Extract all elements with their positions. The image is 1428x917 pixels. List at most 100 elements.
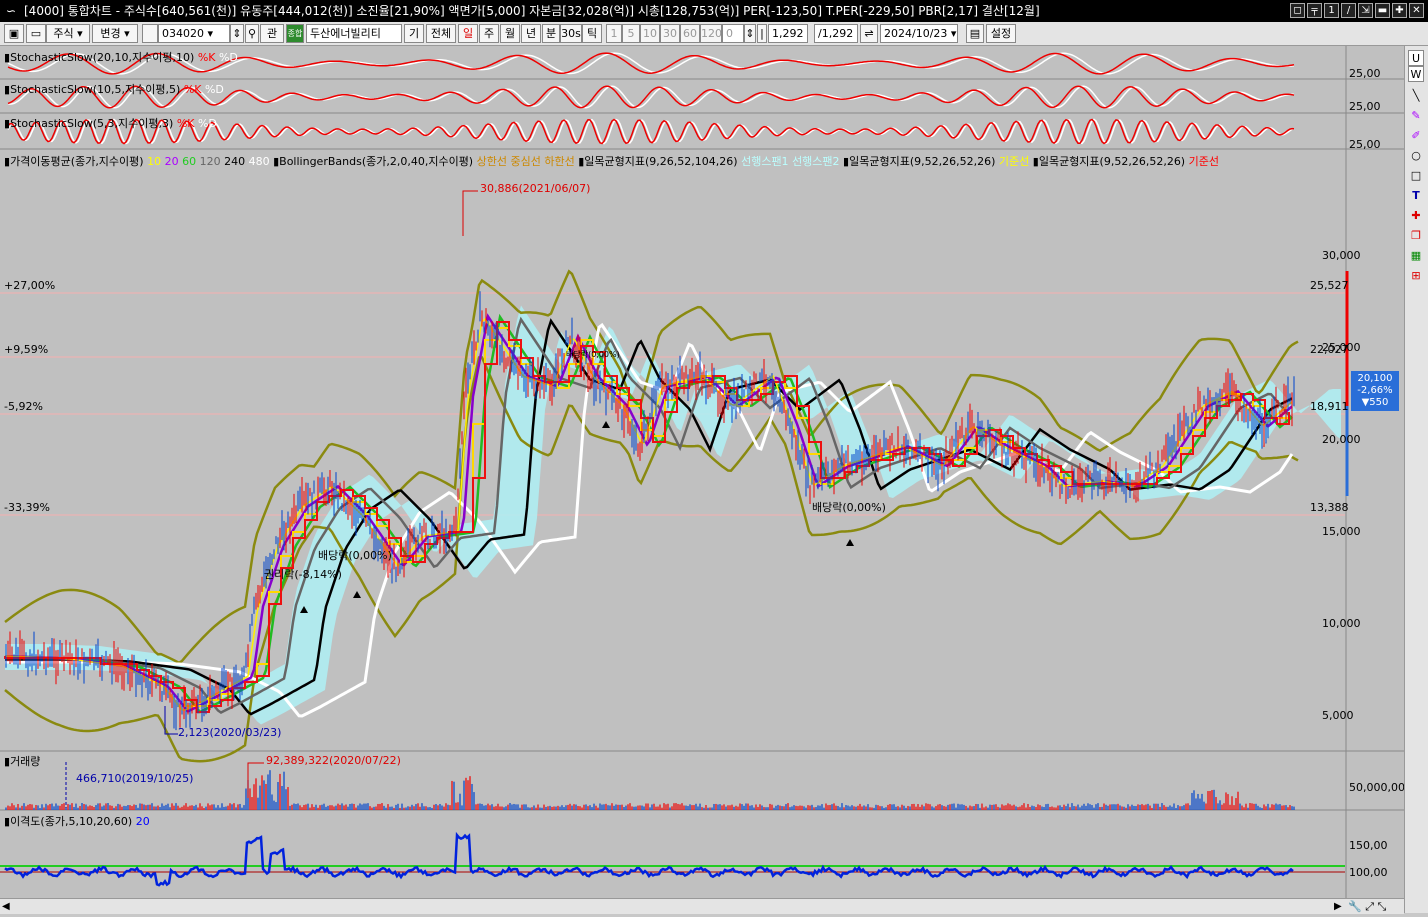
export-icon[interactable]: ⇲ [1358, 3, 1373, 18]
minute-30-button[interactable]: 30 [660, 24, 680, 43]
stepper-icon[interactable]: ⇕ [230, 24, 244, 43]
pct-line-label-3: -5,92% [4, 400, 43, 413]
count-input[interactable]: 1,292 [768, 24, 808, 43]
period-week-button[interactable]: 주 [479, 24, 499, 43]
rights-annotation: 권리락(-8,14%) [264, 568, 342, 581]
period-30s-button[interactable]: 30s [560, 24, 582, 43]
marker-tool-icon[interactable]: ✐ [1408, 128, 1424, 144]
range-divider: | [757, 24, 767, 43]
cross-tool-icon[interactable]: ✚ [1408, 208, 1424, 224]
minute-10-button[interactable]: 10 [640, 24, 660, 43]
rect-tool-icon[interactable]: □ [1408, 168, 1424, 184]
total-count-field: /1,292 [814, 24, 858, 43]
period-month-button[interactable]: 월 [500, 24, 520, 43]
gi-button[interactable]: 기 [404, 24, 424, 43]
stoch1-level: 25,00 [1349, 67, 1381, 80]
stoch3-legend: ▮StochasticSlow(5,3,지수이평,3) %K %D [4, 117, 217, 130]
high-annotation: 30,886(2021/06/07) [480, 182, 591, 195]
volume-min-annotation: 466,710(2019/10/25) [76, 772, 194, 785]
price-tick-15000: 15,000 [1322, 525, 1361, 538]
line-tool-icon[interactable]: ╲ [1408, 88, 1424, 104]
pin-icon[interactable]: ╤ [1307, 3, 1322, 18]
volume-axis-tick: 50,000,000 [1349, 781, 1412, 794]
all-button[interactable]: 전체 [426, 24, 456, 43]
zoom-controls[interactable]: 🔧 ⤢ ⤡ [1348, 899, 1404, 914]
stoch2-level: 25,00 [1349, 100, 1381, 113]
volume-legend: ▮거래량 [4, 755, 41, 768]
dividend-annotation-2: 배당락(0,00%) [812, 501, 886, 514]
horizontal-scrollbar[interactable]: ◀ ▶ 🔧 ⤢ ⤡ [0, 898, 1404, 914]
stoch2-legend: ▮StochasticSlow(10,5,지수이평,5) %K %D [4, 83, 224, 96]
settings-button[interactable]: 설정 [986, 24, 1016, 43]
pen-tool-icon[interactable]: ✎ [1408, 108, 1424, 124]
scroll-right-icon[interactable]: ▶ [1334, 900, 1346, 913]
measure-tool-icon[interactable]: ⊞ [1408, 268, 1424, 284]
spin-input[interactable]: 0 [722, 24, 744, 43]
window-controls: ◻ ╤ 1 / ⇲ ▬ ✚ ✕ [1290, 3, 1424, 18]
disparity-axis-hi: 150,00 [1349, 839, 1388, 852]
minute-1-button[interactable]: 1 [606, 24, 622, 43]
pct-value-3: 18,911 [1310, 400, 1349, 413]
close-icon[interactable]: ✕ [1409, 3, 1424, 18]
price-tick-5000: 5,000 [1322, 709, 1354, 722]
save-icon[interactable]: ▤ [966, 24, 984, 43]
tool-u-button[interactable]: U [1408, 50, 1424, 66]
swap-icon[interactable]: ⇌ [860, 24, 878, 43]
period-minute-button[interactable]: 분 [542, 24, 560, 43]
change-select[interactable]: 변경 ▾ [92, 24, 138, 43]
pct-line-label-1: +27,00% [4, 279, 56, 292]
stoch3-level: 25,00 [1349, 138, 1381, 151]
link-1-button[interactable]: 1 [1324, 3, 1339, 18]
disparity-axis-lo: 100,00 [1349, 866, 1388, 879]
window-title: [4000] 통합차트 - 주식수[640,561(천)] 유동주[444,01… [24, 4, 1040, 18]
restore-icon[interactable]: ◻ [1290, 3, 1305, 18]
dividend-annotation-1: 배당락(0,00%) [318, 549, 392, 562]
search-icon[interactable]: ⚲ [245, 24, 259, 43]
drawing-toolbar: U W ╲ ✎ ✐ ○ □ T ✚ ❐ ▦ ⊞ [1404, 46, 1428, 913]
screen-icon[interactable]: ▭ [26, 24, 46, 43]
minute-60-button[interactable]: 60 [680, 24, 700, 43]
volume-max-annotation: 92,389,322(2020/07/22) [266, 754, 401, 767]
copy-tool-icon[interactable]: ❐ [1408, 228, 1424, 244]
pct-value-1: 25,527 [1310, 279, 1349, 292]
price-tick-20000: 20,000 [1322, 433, 1361, 446]
minimize-icon[interactable]: ▬ [1375, 3, 1390, 18]
price-tick-30000: 30,000 [1322, 249, 1361, 262]
minute-5-button[interactable]: 5 [622, 24, 640, 43]
spin-stepper-icon[interactable]: ⇕ [744, 24, 756, 43]
pct-line-label-4: -33,39% [4, 501, 50, 514]
checkbox[interactable] [142, 24, 158, 43]
stoch1-legend: ▮StochasticSlow(20,10,지수이평,10) %K %D [4, 51, 238, 64]
period-tick-button[interactable]: 틱 [582, 24, 602, 43]
chart-area[interactable] [0, 46, 1405, 913]
badge-icon: 종합 [286, 24, 304, 43]
current-change: ▼550 [1361, 397, 1389, 408]
pct-line-label-2: +9,59% [4, 343, 49, 356]
find-button[interactable]: 관 [260, 24, 284, 43]
indicator-legend: ▮가격이동평균(종가,지수이평) 10 20 60 120 240 480 ▮B… [4, 155, 1219, 168]
maximize-icon[interactable]: ✚ [1392, 3, 1407, 18]
scroll-left-icon[interactable]: ◀ [2, 900, 14, 913]
date-input[interactable]: 2024/10/23 ▾ [880, 24, 958, 43]
stock-name-field: 두산에너빌리티 [306, 24, 402, 43]
minute-120-button[interactable]: 120 [700, 24, 722, 43]
title-bar: ∽ [4000] 통합차트 - 주식수[640,561(천)] 유동주[444,… [0, 0, 1428, 22]
app-logo-icon: ∽ [5, 4, 17, 18]
market-select[interactable]: 주식 ▾ [46, 24, 90, 43]
period-year-button[interactable]: 년 [521, 24, 541, 43]
text-tool-icon[interactable]: T [1408, 188, 1424, 204]
dividend-annotation-3: 배당락(0,00%) [566, 350, 620, 359]
link-slash-button[interactable]: / [1341, 3, 1356, 18]
tool-w-button[interactable]: W [1408, 66, 1424, 82]
layout-icon[interactable]: ▣ [4, 24, 24, 43]
current-price-box: 20,100 -2,66% ▼550 [1351, 371, 1399, 411]
period-day-button[interactable]: 일 [458, 24, 478, 43]
current-change-pct: -2,66% [1357, 385, 1393, 396]
stock-code-input[interactable]: 034020 ▾ [158, 24, 230, 43]
current-price: 20,100 [1357, 373, 1393, 384]
image-tool-icon[interactable]: ▦ [1408, 248, 1424, 264]
ellipse-tool-icon[interactable]: ○ [1408, 148, 1424, 164]
toolbar: ▣ ▭ 주식 ▾ 변경 ▾ 034020 ▾ ⇕ ⚲ 관 종합 두산에너빌리티 … [0, 22, 1428, 46]
pct-value-4: 13,388 [1310, 501, 1349, 514]
chart-window: ∽ [4000] 통합차트 - 주식수[640,561(천)] 유동주[444,… [0, 0, 1428, 917]
